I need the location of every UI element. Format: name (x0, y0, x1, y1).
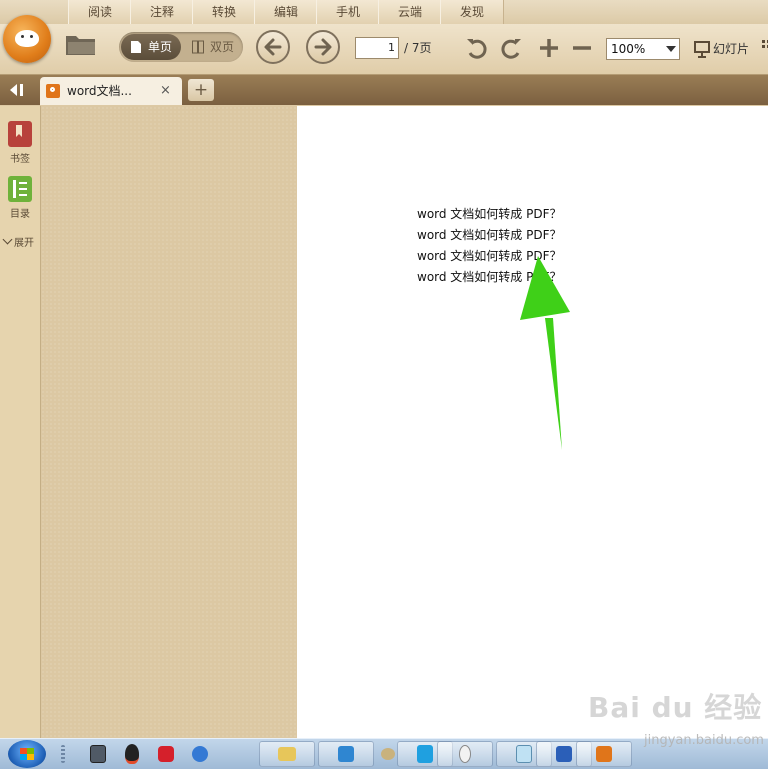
tab-cloud[interactable]: 云端 (378, 0, 442, 24)
calculator-icon[interactable] (86, 741, 110, 767)
menu-tab-row: 阅读 注释 转换 编辑 手机 云端 发现 (0, 0, 768, 24)
image-viewer-task[interactable] (318, 741, 374, 767)
document-tab[interactable]: word文档... × (40, 77, 182, 105)
bookmark-label: 书签 (10, 154, 30, 165)
zoom-value: 100% (611, 42, 646, 56)
baidu-watermark: Bai du 经验 (588, 691, 763, 724)
double-page-label: 双页 (210, 40, 235, 54)
new-tab-button[interactable]: + (188, 79, 214, 101)
thumbnail-panel (41, 106, 297, 738)
single-page-label: 单页 (148, 40, 173, 54)
slideshow-button[interactable]: 幻灯片 (713, 38, 749, 60)
main-toolbar: 单页 双页 1 / 7页 100% 幻灯片 (0, 15, 768, 75)
document-text-line: word 文档如何转成 PDF？ (417, 207, 562, 221)
arrow-left-icon (264, 38, 282, 56)
open-folder-icon[interactable] (65, 32, 97, 56)
arrow-right-icon (314, 38, 332, 56)
collapse-sidebar-icon[interactable] (8, 83, 28, 97)
chevron-down-icon (666, 46, 676, 52)
grid-icon[interactable] (762, 38, 768, 58)
document-tab-bar: word文档... × + (0, 75, 768, 105)
single-page-icon (131, 41, 141, 53)
taskbar-grip-icon (58, 741, 68, 767)
mouse-app-task[interactable] (437, 741, 493, 767)
zoom-out-icon[interactable] (569, 36, 595, 60)
rotate-left-icon[interactable] (464, 36, 490, 60)
file-explorer-task[interactable] (259, 741, 315, 767)
paint-icon[interactable] (378, 741, 398, 767)
single-page-button[interactable]: 单页 (121, 34, 181, 60)
chevron-down-icon (2, 234, 13, 245)
bookmark-icon (8, 121, 32, 147)
page-total-label: / 7页 (404, 41, 432, 55)
page-number-input[interactable]: 1 (355, 37, 399, 59)
tab-mobile[interactable]: 手机 (316, 0, 380, 24)
expand-label: 展开 (14, 238, 34, 249)
document-tab-title: word文档... (67, 84, 132, 98)
tab-discover[interactable]: 发现 (440, 0, 504, 24)
document-page: word 文档如何转成 PDF？ word 文档如何转成 PDF？ word 文… (297, 106, 768, 738)
tab-read[interactable]: 阅读 (68, 0, 132, 24)
tab-annotate[interactable]: 注释 (130, 0, 194, 24)
toc-label: 目录 (10, 209, 30, 220)
page-view-toggle: 单页 双页 (119, 32, 243, 62)
pdf-reader-task[interactable] (576, 741, 632, 767)
zoom-select[interactable]: 100% (606, 38, 680, 60)
start-button[interactable] (8, 740, 46, 768)
netease-music-icon[interactable] (154, 741, 178, 767)
annotation-arrow-icon (520, 256, 570, 450)
pdf-file-icon (46, 84, 60, 98)
zoom-in-icon[interactable] (536, 36, 562, 60)
double-page-icon (192, 40, 204, 54)
baidu-watermark-url: jingyan.baidu.com (644, 733, 764, 748)
tab-convert[interactable]: 转换 (192, 0, 256, 24)
close-tab-button[interactable]: × (160, 77, 171, 105)
double-page-button[interactable]: 双页 (183, 34, 241, 60)
qq-icon[interactable] (120, 741, 144, 767)
previous-page-button[interactable] (256, 30, 290, 64)
tab-edit[interactable]: 编辑 (254, 0, 318, 24)
document-text-line: word 文档如何转成 PDF？ (417, 228, 562, 242)
next-page-button[interactable] (306, 30, 340, 64)
left-sidebar: 书签 目录 展开 (0, 106, 41, 738)
network-app-icon[interactable] (188, 741, 212, 767)
rotate-right-icon[interactable] (498, 36, 524, 60)
toc-icon (8, 176, 32, 202)
expand-button[interactable]: 展开 (2, 234, 34, 249)
app-logo-icon[interactable] (3, 15, 51, 63)
slideshow-icon[interactable] (694, 40, 710, 58)
